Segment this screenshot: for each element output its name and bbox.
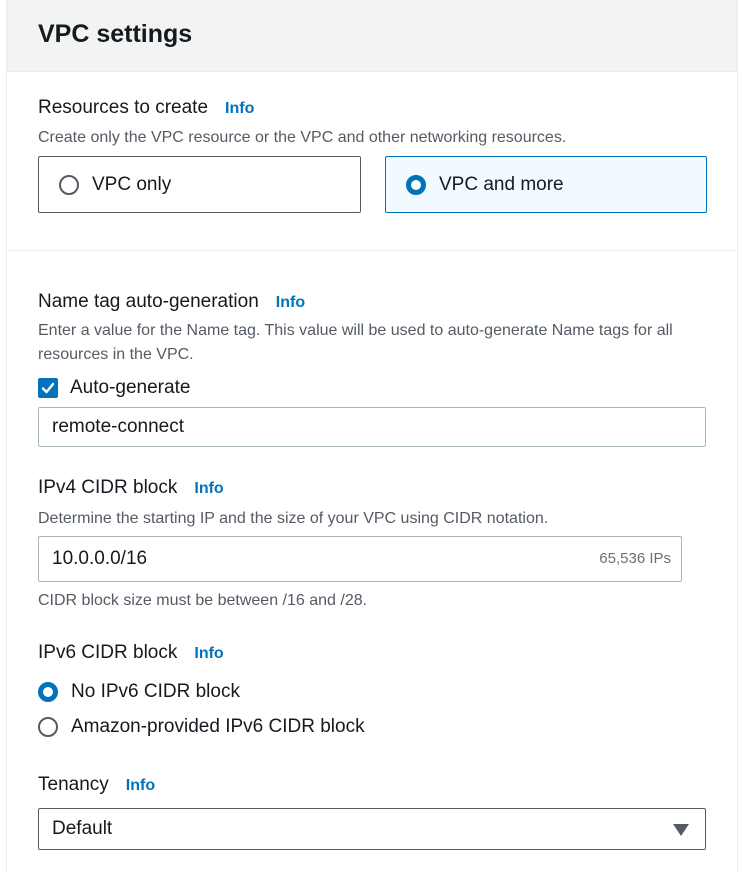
radio-vpc-only[interactable]	[59, 175, 79, 195]
panel-title: VPC settings	[38, 20, 193, 48]
name-tag-description: Enter a value for the Name tag. This val…	[38, 322, 673, 363]
radio-no-ipv6[interactable]	[38, 682, 58, 702]
tile-vpc-and-more[interactable]: VPC and more	[385, 156, 707, 213]
radio-amazon-ipv6-label: Amazon-provided IPv6 CIDR block	[71, 716, 365, 737]
tile-vpc-only-label: VPC only	[92, 174, 172, 195]
name-tag-label: Name tag auto-generation	[38, 291, 259, 312]
resources-label-row: Resources to create Info	[38, 97, 254, 119]
resources-description: Create only the VPC resource or the VPC …	[38, 129, 567, 146]
radio-option-amazon-ipv6[interactable]: Amazon-provided IPv6 CIDR block	[38, 716, 365, 738]
tenancy-info-link[interactable]: Info	[126, 777, 155, 795]
name-tag-input[interactable]: remote-connect	[38, 407, 706, 447]
checkmark-icon	[41, 382, 55, 394]
ipv6-label: IPv6 CIDR block	[38, 642, 178, 663]
tile-vpc-only[interactable]: VPC only	[38, 156, 361, 213]
radio-no-ipv6-label: No IPv6 CIDR block	[71, 681, 240, 702]
tile-vpc-and-more-label: VPC and more	[439, 174, 564, 195]
tenancy-label-row: Tenancy Info	[38, 774, 155, 796]
ipv6-info-link[interactable]: Info	[194, 645, 223, 663]
radio-amazon-ipv6[interactable]	[38, 717, 58, 737]
radio-option-no-ipv6[interactable]: No IPv6 CIDR block	[38, 681, 240, 703]
vpc-settings-panel: VPC settings Resources to create Info Cr…	[6, 0, 738, 872]
name-tag-label-row: Name tag auto-generation Info	[38, 291, 305, 313]
tenancy-label: Tenancy	[38, 774, 109, 795]
auto-generate-label: Auto-generate	[70, 377, 191, 398]
section-divider	[7, 250, 737, 251]
ipv4-info-link[interactable]: Info	[194, 480, 223, 498]
resources-label: Resources to create	[38, 97, 209, 118]
tenancy-value: Default	[52, 818, 113, 839]
auto-generate-checkbox[interactable]	[38, 378, 58, 398]
ipv4-description: Determine the starting IP and the size o…	[38, 510, 549, 527]
caret-down-icon	[673, 824, 689, 836]
radio-vpc-and-more[interactable]	[406, 175, 426, 195]
ipv4-constraint-text: CIDR block size must be between /16 and …	[38, 592, 368, 609]
ipv4-ip-count: 65,536 IPs	[599, 550, 671, 567]
ipv4-cidr-input[interactable]: 10.0.0.0/16 65,536 IPs	[38, 536, 682, 582]
ipv4-label-row: IPv4 CIDR block Info	[38, 477, 224, 499]
ipv4-label: IPv4 CIDR block	[38, 477, 178, 498]
ipv4-cidr-value: 10.0.0.0/16	[52, 548, 148, 569]
ipv6-label-row: IPv6 CIDR block Info	[38, 642, 224, 664]
panel-header: VPC settings	[7, 0, 737, 72]
resources-info-link[interactable]: Info	[225, 100, 254, 118]
name-tag-info-link[interactable]: Info	[276, 294, 305, 312]
tenancy-select[interactable]: Default	[38, 808, 706, 850]
